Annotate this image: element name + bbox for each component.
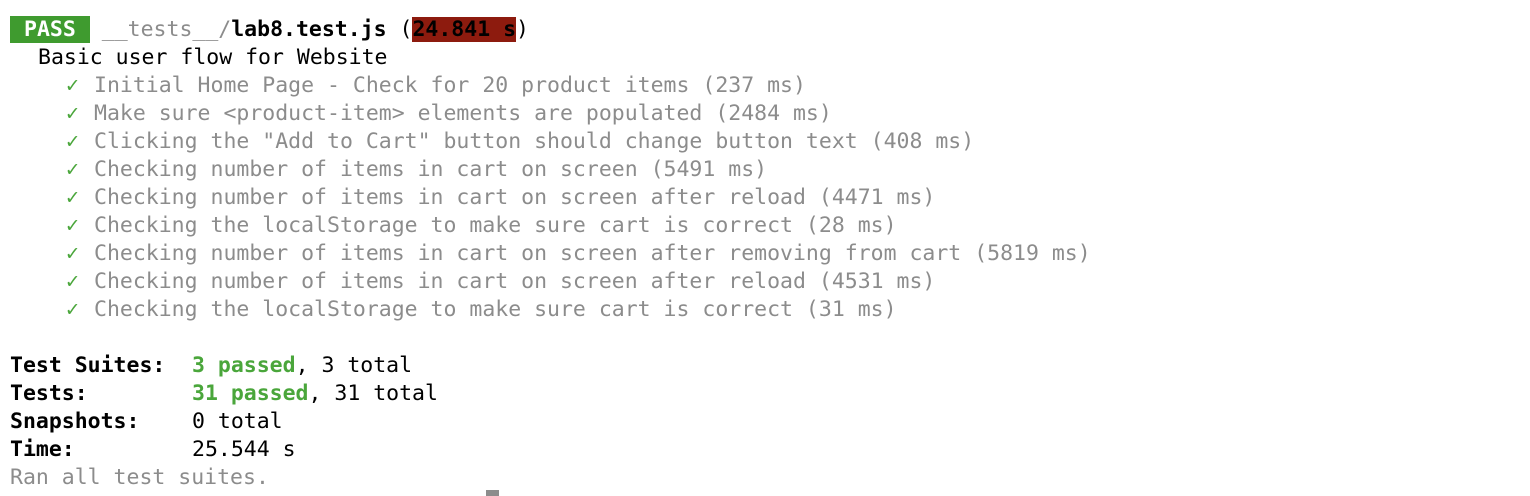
close-paren: ) bbox=[516, 17, 529, 42]
test-name: Checking the localStorage to make sure c… bbox=[94, 213, 897, 238]
summary-tests: Tests: 31 passed, 31 total bbox=[10, 380, 1530, 408]
result-header: PASS __tests__/lab8.test.js (24.841 s) bbox=[10, 16, 1530, 44]
test-result-row: ✓ Initial Home Page - Check for 20 produc… bbox=[10, 72, 1530, 100]
summary-snapshots: Snapshots: 0 total bbox=[10, 408, 1530, 436]
pass-badge: PASS bbox=[10, 16, 90, 43]
open-paren: ( bbox=[386, 17, 413, 42]
test-list: ✓ Initial Home Page - Check for 20 produc… bbox=[10, 72, 1530, 324]
summary-tests-total: , 31 total bbox=[308, 381, 438, 406]
test-result-row: ✓ Checking number of items in cart on scr… bbox=[10, 268, 1530, 296]
summary-snapshots-value: 0 total bbox=[192, 409, 283, 434]
summary-suites-passed: 3 passed bbox=[192, 353, 296, 378]
test-name: Make sure <product-item> elements are po… bbox=[94, 101, 832, 126]
suite-title: Basic user flow for Website bbox=[38, 45, 388, 70]
summary-tests-label: Tests: bbox=[10, 381, 88, 406]
test-name: Checking number of items in cart on scre… bbox=[94, 269, 936, 294]
test-name: Initial Home Page - Check for 20 product… bbox=[94, 73, 806, 98]
summary-time-label: Time: bbox=[10, 437, 75, 462]
test-result-row: ✓ Make sure <product-item> elements are p… bbox=[10, 100, 1530, 128]
test-result-row: ✓ Checking number of items in cart on scr… bbox=[10, 184, 1530, 212]
test-dir-path: __tests__/ bbox=[101, 17, 232, 42]
test-result-row: ✓ Clicking the "Add to Cart" button shoul… bbox=[10, 128, 1530, 156]
checkmark-icon: ✓ bbox=[66, 185, 79, 210]
checkmark-icon: ✓ bbox=[66, 73, 79, 98]
checkmark-icon: ✓ bbox=[66, 241, 79, 266]
summary-footer: Ran all test suites. bbox=[10, 465, 269, 490]
summary-snapshots-label: Snapshots: bbox=[10, 409, 140, 434]
summary-suites-total: , 3 total bbox=[295, 353, 413, 378]
test-name: Checking the localStorage to make sure c… bbox=[94, 297, 897, 322]
summary-tests-passed: 31 passed bbox=[192, 381, 309, 406]
checkmark-icon: ✓ bbox=[66, 269, 79, 294]
test-name: Checking number of items in cart on scre… bbox=[94, 157, 768, 182]
summary-suites: Test Suites: 3 passed, 3 total bbox=[10, 352, 1530, 380]
test-file-name: lab8.test.js bbox=[231, 17, 387, 42]
terminal-output: PASS __tests__/lab8.test.js (24.841 s) Ba… bbox=[10, 16, 1530, 496]
test-result-row: ✓ Checking the localStorage to make sure … bbox=[10, 212, 1530, 240]
checkmark-icon: ✓ bbox=[66, 297, 79, 322]
test-name: Checking number of items in cart on scre… bbox=[94, 185, 936, 210]
run-duration-slow: 24.841 s bbox=[412, 17, 517, 42]
checkmark-icon: ✓ bbox=[66, 213, 79, 238]
test-name: Clicking the "Add to Cart" button should… bbox=[94, 129, 975, 154]
checkmark-icon: ✓ bbox=[66, 129, 79, 154]
test-result-row: ✓ Checking number of items in cart on scr… bbox=[10, 156, 1530, 184]
summary-time-value: 25.544 s bbox=[192, 437, 296, 462]
test-result-row: ✓ Checking the localStorage to make sure … bbox=[10, 296, 1530, 324]
checkmark-icon: ✓ bbox=[66, 157, 79, 182]
summary-suites-label: Test Suites: bbox=[10, 353, 166, 378]
terminal-cursor bbox=[486, 490, 499, 496]
test-name: Checking number of items in cart on scre… bbox=[94, 241, 1091, 266]
checkmark-icon: ✓ bbox=[66, 101, 79, 126]
test-result-row: ✓ Checking number of items in cart on scr… bbox=[10, 240, 1530, 268]
summary-time: Time: 25.544 s bbox=[10, 436, 1530, 464]
